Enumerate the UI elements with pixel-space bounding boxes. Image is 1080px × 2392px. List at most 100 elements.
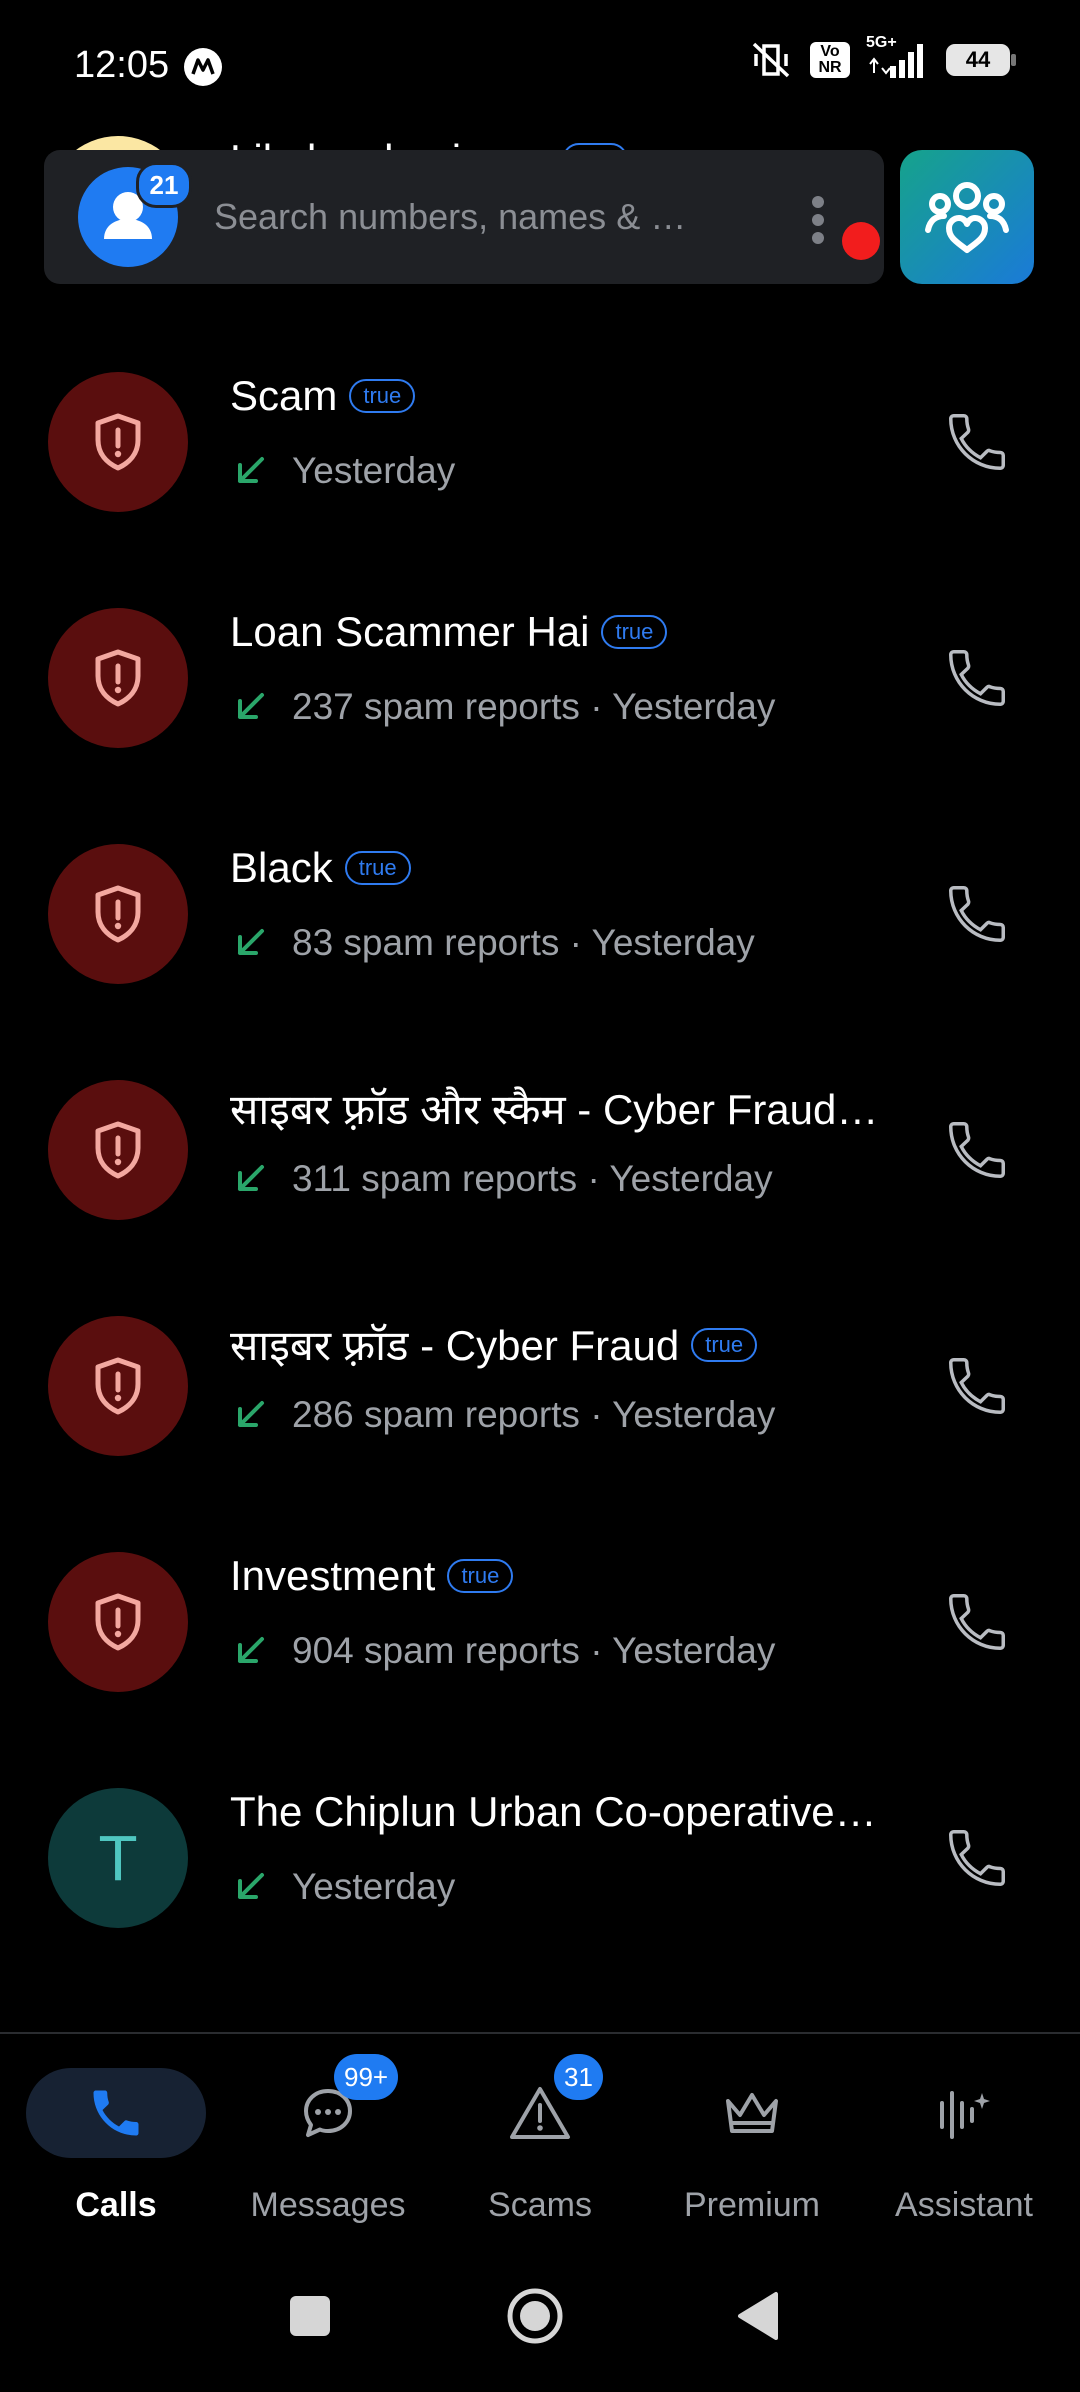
call-subtitle: 83 spam reports · Yesterday: [230, 922, 755, 964]
contact-name: Loan Scammer Hai true: [230, 608, 668, 656]
crown-icon: [726, 2093, 778, 2133]
vonr-indicator: Vo NR: [810, 42, 850, 78]
family-protection-button[interactable]: [900, 150, 1034, 284]
nav-calls-pill: [26, 2068, 206, 2158]
verified-tag: true: [447, 1559, 514, 1593]
nav-assistant[interactable]: Assistant: [856, 2034, 1072, 2234]
contact-name: The Chiplun Urban Co-operative…: [230, 1788, 877, 1836]
call-log-row[interactable]: Investment true 904 spam reports · Yesterd…: [0, 1504, 1080, 1740]
contact-name-text: Scam: [230, 372, 338, 419]
phone-outline-icon: [948, 1122, 1005, 1179]
nav-calls[interactable]: Calls: [8, 2034, 224, 2234]
shield-alert-icon: [95, 885, 141, 943]
search-bar[interactable]: 21 Search numbers, names & …: [44, 150, 884, 284]
incoming-call-arrow-icon: [238, 1637, 264, 1663]
system-navigation-bar: [0, 2232, 1080, 2392]
call-log-row[interactable]: साइबर फ़्रॉड - Cyber Fraud true 286 spam r…: [0, 1268, 1080, 1504]
profile-badge: 21: [136, 162, 192, 208]
contact-name: Black true: [230, 844, 411, 892]
call-subtitle-text: 904 spam reports · Yesterday: [292, 1630, 776, 1671]
status-bar: 12:05 Vo NR 5G+ 44: [0, 0, 1080, 130]
spam-avatar[interactable]: [48, 1080, 188, 1220]
call-button[interactable]: [942, 643, 1012, 713]
spam-avatar[interactable]: [48, 608, 188, 748]
incoming-call-arrow-icon: [238, 1401, 264, 1427]
verified-tag: true: [344, 851, 411, 885]
nav-premium-label: Premium: [683, 2186, 821, 2224]
home-circle-icon: [507, 2288, 563, 2344]
call-log-row[interactable]: Black true 83 spam reports · Yesterday: [0, 796, 1080, 1032]
bottom-navigation: Calls 99+ Messages 31 Scams Premium Assi…: [0, 2032, 1080, 2234]
call-subtitle: 286 spam reports · Yesterday: [230, 1394, 775, 1436]
status-icons: Vo NR 5G+ 44: [748, 34, 1016, 80]
verified-tag: true: [601, 615, 668, 649]
call-log-row[interactable]: Loan Scammer Hai true 237 spam reports · Y…: [0, 560, 1080, 796]
nav-premium-icon-wrap: [662, 2068, 842, 2158]
nav-assistant-icon-wrap: [874, 2068, 1054, 2158]
call-subtitle-text: 286 spam reports · Yesterday: [292, 1394, 776, 1435]
messages-badge: 99+: [334, 2054, 399, 2100]
more-options-button[interactable]: [802, 190, 880, 260]
back-triangle-icon: [738, 2292, 778, 2340]
contact-name: Investment true: [230, 1552, 514, 1600]
phone-outline-icon: [948, 414, 1005, 471]
spam-avatar[interactable]: [48, 1552, 188, 1692]
incoming-call-arrow-icon: [238, 1165, 264, 1191]
call-button[interactable]: [942, 1587, 1012, 1657]
incoming-call-arrow-icon: [238, 1873, 264, 1899]
shield-alert-icon: [95, 1357, 141, 1415]
shield-alert-icon: [95, 649, 141, 707]
call-subtitle-text: 237 spam reports · Yesterday: [292, 686, 776, 727]
nav-calls-label: Calls: [75, 2186, 157, 2224]
call-button[interactable]: [942, 1115, 1012, 1185]
signal-icon: 5G+: [866, 34, 930, 80]
call-button[interactable]: [942, 879, 1012, 949]
phone-outline-icon: [948, 1830, 1005, 1887]
call-log-list: Likely a businesstrueYesterdayScamtrueYe…: [0, 0, 1080, 2032]
nav-assistant-label: Assistant: [895, 2186, 1033, 2224]
family-icon: [925, 182, 1009, 253]
call-log-row[interactable]: साइबर फ़्रॉड और स्कैम - Cyber Fraud… 311 …: [0, 1032, 1080, 1268]
call-subtitle-text: Yesterday: [292, 1866, 456, 1907]
nav-messages[interactable]: 99+ Messages: [220, 2034, 436, 2234]
call-button[interactable]: [942, 1351, 1012, 1421]
call-subtitle: 904 spam reports · Yesterday: [230, 1630, 775, 1672]
call-subtitle: 237 spam reports · Yesterday: [230, 686, 775, 728]
nav-premium[interactable]: Premium: [644, 2034, 860, 2234]
call-log-row[interactable]: T The Chiplun Urban Co-operative… Yesterda…: [0, 1740, 1080, 1976]
phone-outline-icon: [948, 650, 1005, 707]
call-subtitle: 311 spam reports · Yesterday: [230, 1158, 773, 1200]
call-subtitle-text: 83 spam reports · Yesterday: [292, 922, 755, 963]
shield-alert-icon: [95, 1593, 141, 1651]
call-button[interactable]: [942, 407, 1012, 477]
app-notification-icon: [184, 48, 222, 86]
contact-name-text: साइबर फ़्रॉड और स्कैम - Cyber Fraud…: [230, 1086, 879, 1133]
phone-icon: [93, 2090, 139, 2136]
shield-alert-icon: [95, 1121, 141, 1179]
contact-name-text: Black: [230, 844, 333, 891]
nav-scams[interactable]: 31 Scams: [432, 2034, 648, 2234]
contact-name-text: साइबर फ़्रॉड - Cyber Fraud: [230, 1322, 680, 1369]
spam-avatar[interactable]: [48, 1316, 188, 1456]
nav-scams-icon-wrap: [450, 2068, 630, 2158]
recents-button[interactable]: [280, 2286, 340, 2346]
assistant-sparkle-icon: [940, 2091, 990, 2139]
phone-outline-icon: [948, 886, 1005, 943]
contact-letter-avatar[interactable]: T: [48, 1788, 188, 1928]
incoming-call-arrow-icon: [238, 693, 264, 719]
contact-name: साइबर फ़्रॉड और स्कैम - Cyber Fraud…: [230, 1080, 878, 1137]
call-button[interactable]: [942, 1823, 1012, 1893]
call-subtitle-text: 311 spam reports · Yesterday: [292, 1158, 773, 1199]
call-subtitle: Yesterday: [230, 450, 455, 492]
spam-avatar[interactable]: [48, 844, 188, 984]
contact-name-text: Loan Scammer Hai: [230, 608, 590, 655]
square-icon: [290, 2296, 330, 2336]
search-input[interactable]: Search numbers, names & …: [214, 196, 686, 238]
notification-dot: [842, 222, 880, 260]
vibrate-off-icon: [752, 42, 790, 78]
home-button[interactable]: [505, 2286, 565, 2346]
verified-tag: true: [349, 379, 416, 413]
spam-avatar[interactable]: [48, 372, 188, 512]
call-log-row[interactable]: Scam true Yesterday: [0, 324, 1080, 560]
back-button[interactable]: [730, 2286, 790, 2346]
